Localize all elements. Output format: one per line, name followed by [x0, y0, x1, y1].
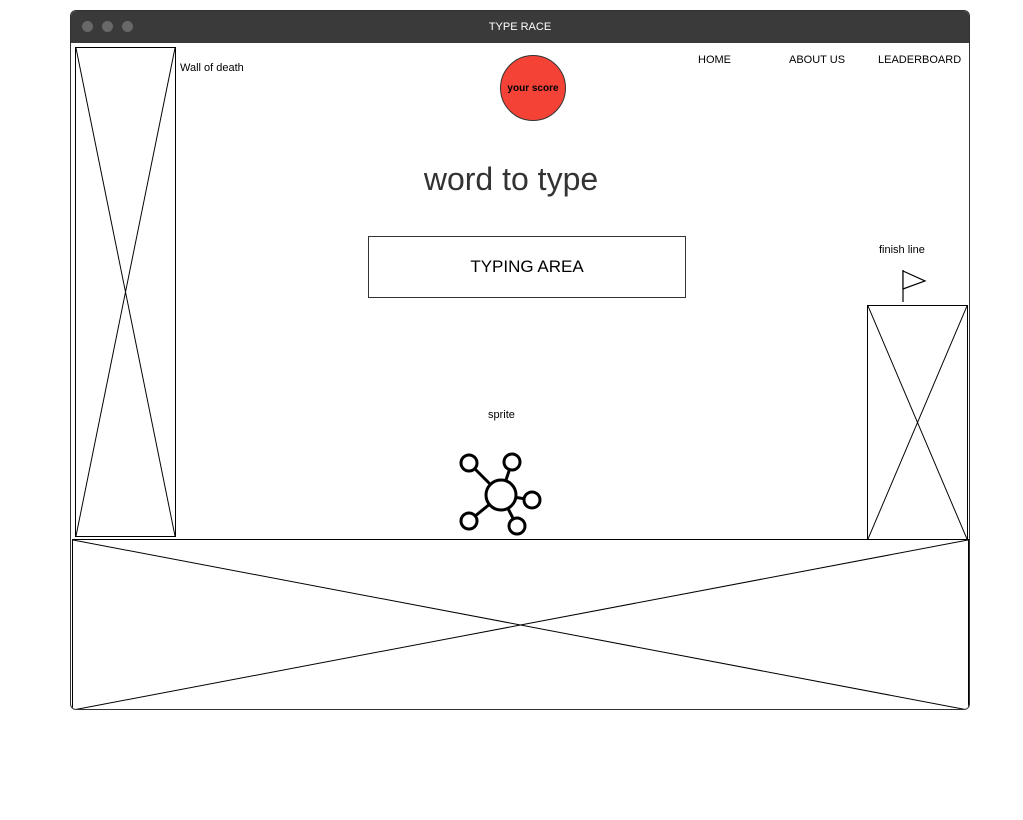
- wall-of-death-image: [75, 47, 176, 537]
- score-label: your score: [507, 82, 559, 94]
- flag-icon: [899, 270, 929, 302]
- wall-of-death-label: Wall of death: [180, 62, 244, 74]
- title-bar: TYPE RACE: [71, 11, 969, 43]
- score-badge: your score: [500, 55, 566, 121]
- ground-image: [72, 539, 969, 709]
- nav-about-us-link[interactable]: ABOUT US: [789, 54, 845, 66]
- finish-line-image: [867, 305, 968, 540]
- finish-line-label: finish line: [879, 244, 925, 256]
- app-window: TYPE RACE Wall of death your score HOME …: [70, 10, 970, 710]
- sprite-network-icon: [456, 450, 546, 540]
- sprite-label: sprite: [488, 409, 515, 421]
- nav-home-link[interactable]: HOME: [698, 54, 731, 66]
- game-content: Wall of death your score HOME ABOUT US L…: [71, 43, 969, 709]
- word-to-type: word to type: [423, 161, 599, 197]
- typing-area[interactable]: TYPING AREA: [368, 236, 686, 298]
- nav-leaderboard-link[interactable]: LEADERBOARD: [878, 54, 961, 66]
- window-title: TYPE RACE: [488, 21, 552, 33]
- typing-area-label: TYPING AREA: [470, 257, 584, 276]
